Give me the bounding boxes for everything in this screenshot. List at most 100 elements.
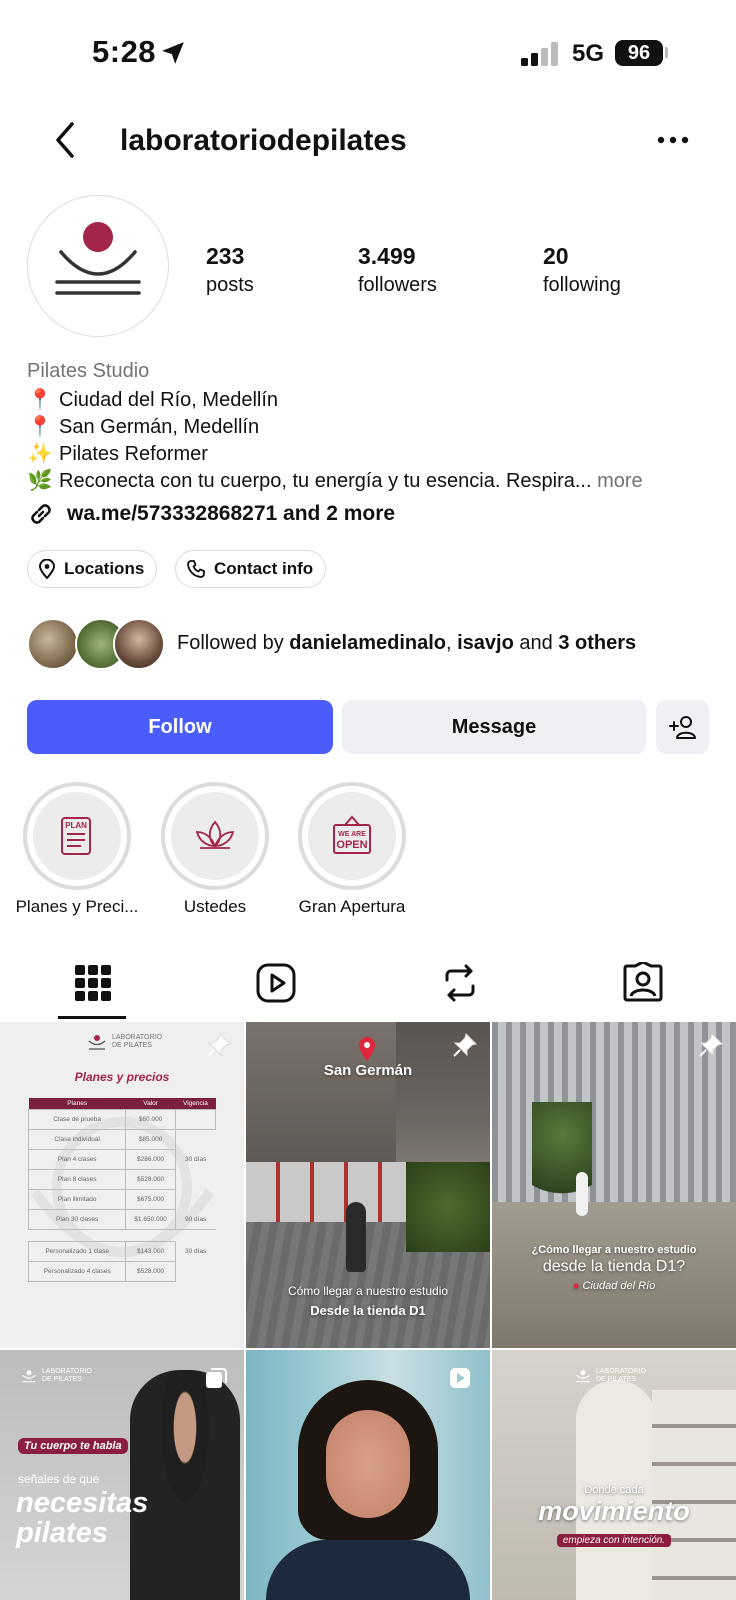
stat-followers-value: 3.499: [358, 243, 416, 269]
follow-button[interactable]: Follow: [27, 700, 333, 754]
battery-tip: [665, 47, 668, 58]
tagged-tab-icon[interactable]: [622, 962, 664, 1004]
table-row: Plan 8 clases $528.000: [27, 1169, 216, 1190]
profile-username: laboratoriodepilates: [120, 124, 407, 157]
bio-more-link[interactable]: more: [597, 470, 643, 492]
pin-emoji-icon: 📍: [27, 389, 53, 411]
location-arrow-icon: [162, 42, 184, 64]
post-tag: Tu cuerpo te habla: [18, 1438, 128, 1454]
location-pin-icon: ●: [572, 1280, 580, 1292]
locations-chip[interactable]: Locations: [27, 550, 158, 588]
signal-icon: [521, 42, 558, 66]
brand-logo-icon: [55, 222, 141, 295]
followed-by-prefix: Followed by: [177, 632, 284, 654]
reposts-tab-icon[interactable]: [439, 962, 481, 1004]
table-header: Planes: [67, 1100, 88, 1107]
contact-info-label: Contact info: [214, 559, 314, 578]
location-pin-icon: [359, 1037, 375, 1061]
table-row: Personalizado 1 clase $143.000 30 días: [27, 1241, 216, 1262]
post-caption: ¿Cómo llegar a nuestro estudio: [531, 1244, 697, 1256]
post-place: San Germán: [323, 1062, 413, 1079]
table-row: Plan 4 clases $286.000 30 días: [27, 1149, 216, 1170]
table-row: Clase individual $85.000: [27, 1129, 216, 1150]
post-place-text: Ciudad del Río: [582, 1280, 656, 1292]
contact-info-chip[interactable]: Contact info: [175, 550, 327, 588]
profile-avatar[interactable]: [27, 195, 169, 337]
reels-tab-icon[interactable]: [255, 962, 297, 1004]
open-sign-icon: WE ARE OPEN: [333, 815, 371, 854]
stat-posts[interactable]: 233 posts: [206, 243, 254, 297]
suggest-people-button[interactable]: [656, 700, 709, 754]
message-button[interactable]: Message: [342, 700, 646, 754]
stat-following-label: following: [543, 274, 621, 296]
table-header: Valor: [143, 1100, 158, 1107]
stat-following[interactable]: 20 following: [543, 243, 621, 297]
table-row: Plan 30 clases $1.650.000 90 días: [27, 1209, 216, 1230]
bio-line: 📍 San Germán, Medellín: [27, 414, 260, 439]
stat-followers[interactable]: 3.499 followers: [358, 243, 437, 297]
followed-by-separator: ,: [446, 632, 452, 654]
plan-scroll-icon: PLAN: [61, 817, 91, 855]
stat-following-value: 20: [543, 243, 569, 269]
svg-text:WE ARE: WE ARE: [338, 831, 366, 838]
stat-posts-label: posts: [206, 274, 254, 296]
post-caption: señales de que: [18, 1472, 100, 1486]
bio-line: ✨ Pilates Reformer: [27, 441, 208, 466]
profile-category: Pilates Studio: [27, 360, 150, 382]
followed-by-user: isavjo: [457, 632, 514, 654]
post-place: ● Ciudad del Río: [492, 1280, 736, 1292]
link-icon: [31, 504, 51, 524]
follower-avatar[interactable]: [113, 618, 165, 670]
table-row: Personalizado 4 clases $528.000: [27, 1261, 216, 1282]
post-caption-big: pilates: [16, 1517, 108, 1549]
post-tile-video[interactable]: [246, 1350, 490, 1600]
post-tag-wrap: empieza con intención.: [492, 1530, 736, 1548]
post-brand-text: LABORATORIO DE PILATES: [42, 1368, 92, 1383]
brand-logo-icon: [576, 1370, 590, 1383]
highlight-label: Gran Apertura: [298, 897, 406, 916]
pinned-icon: [699, 1033, 723, 1057]
followed-by-text[interactable]: Followed by danielamedinalo, isavjo and …: [177, 632, 636, 655]
location-pin-icon: [38, 559, 56, 579]
bio-line: 📍 Ciudad del Río, Medellín: [27, 387, 278, 412]
post-brand: LABORATORIO DE PILATES: [86, 1034, 166, 1050]
svg-text:OPEN: OPEN: [336, 839, 367, 851]
table-row: Clase de prueba $60.000: [27, 1109, 216, 1130]
post-brand: LABORATORIO DE PILATES: [574, 1368, 650, 1384]
stat-posts-value: 233: [206, 243, 245, 269]
post-caption-big: movimiento: [538, 1496, 690, 1526]
post-brand: LABORATORIO DE PILATES: [20, 1368, 96, 1384]
followed-by-others: 3 others: [558, 632, 637, 654]
post-tile-necesitas-pilates[interactable]: LABORATORIO DE PILATES Tu cuerpo te habl…: [0, 1350, 244, 1600]
profile-link[interactable]: wa.me/573332868271 and 2 more: [67, 502, 395, 526]
highlight-label: Ustedes: [183, 897, 247, 916]
lotus-icon: [195, 820, 235, 849]
brand-logo-icon: [22, 1370, 36, 1383]
post-tile-san-german[interactable]: San Germán Cómo llegar a nuestro estudio…: [246, 1022, 490, 1348]
highlight-gran-apertura[interactable]: WE ARE OPEN: [298, 782, 406, 890]
grid-tab-icon[interactable]: [72, 962, 114, 1004]
highlight-ustedes[interactable]: [161, 782, 269, 890]
pinned-icon: [453, 1033, 477, 1057]
svg-text:PLAN: PLAN: [65, 821, 87, 830]
follower-avatar[interactable]: [27, 618, 79, 670]
brand-logo-icon: [88, 1035, 106, 1050]
highlight-planes[interactable]: PLAN: [23, 782, 131, 890]
post-tile-ciudad-del-rio[interactable]: ¿Cómo llegar a nuestro estudio desde la …: [492, 1022, 736, 1348]
herb-emoji-icon: 🌿: [27, 470, 53, 492]
pinned-icon: [207, 1033, 231, 1057]
post-tag: empieza con intención.: [556, 1534, 672, 1547]
table-row: Plan ilimitado $675.000: [27, 1189, 216, 1210]
pin-emoji-icon: 📍: [27, 416, 53, 438]
post-brand-text: LABORATORIO DE PILATES: [596, 1368, 646, 1383]
followed-by-and: and: [519, 632, 553, 654]
post-tile-prices[interactable]: LABORATORIO DE PILATES Planes y precios …: [0, 1022, 244, 1348]
post-tile-movimiento[interactable]: LABORATORIO DE PILATES Donde cada movimi…: [492, 1350, 736, 1600]
post-caption: desde la tienda D1?: [542, 1258, 686, 1275]
back-arrow-icon[interactable]: [50, 120, 80, 160]
bio-text: San Germán, Medellín: [59, 416, 260, 438]
price-table: Planes Valor Vigencia Clase de prueba $60…: [27, 1098, 216, 1282]
active-tab-indicator: [58, 1016, 126, 1019]
more-options-icon[interactable]: [656, 132, 690, 148]
phone-icon: [187, 560, 205, 578]
